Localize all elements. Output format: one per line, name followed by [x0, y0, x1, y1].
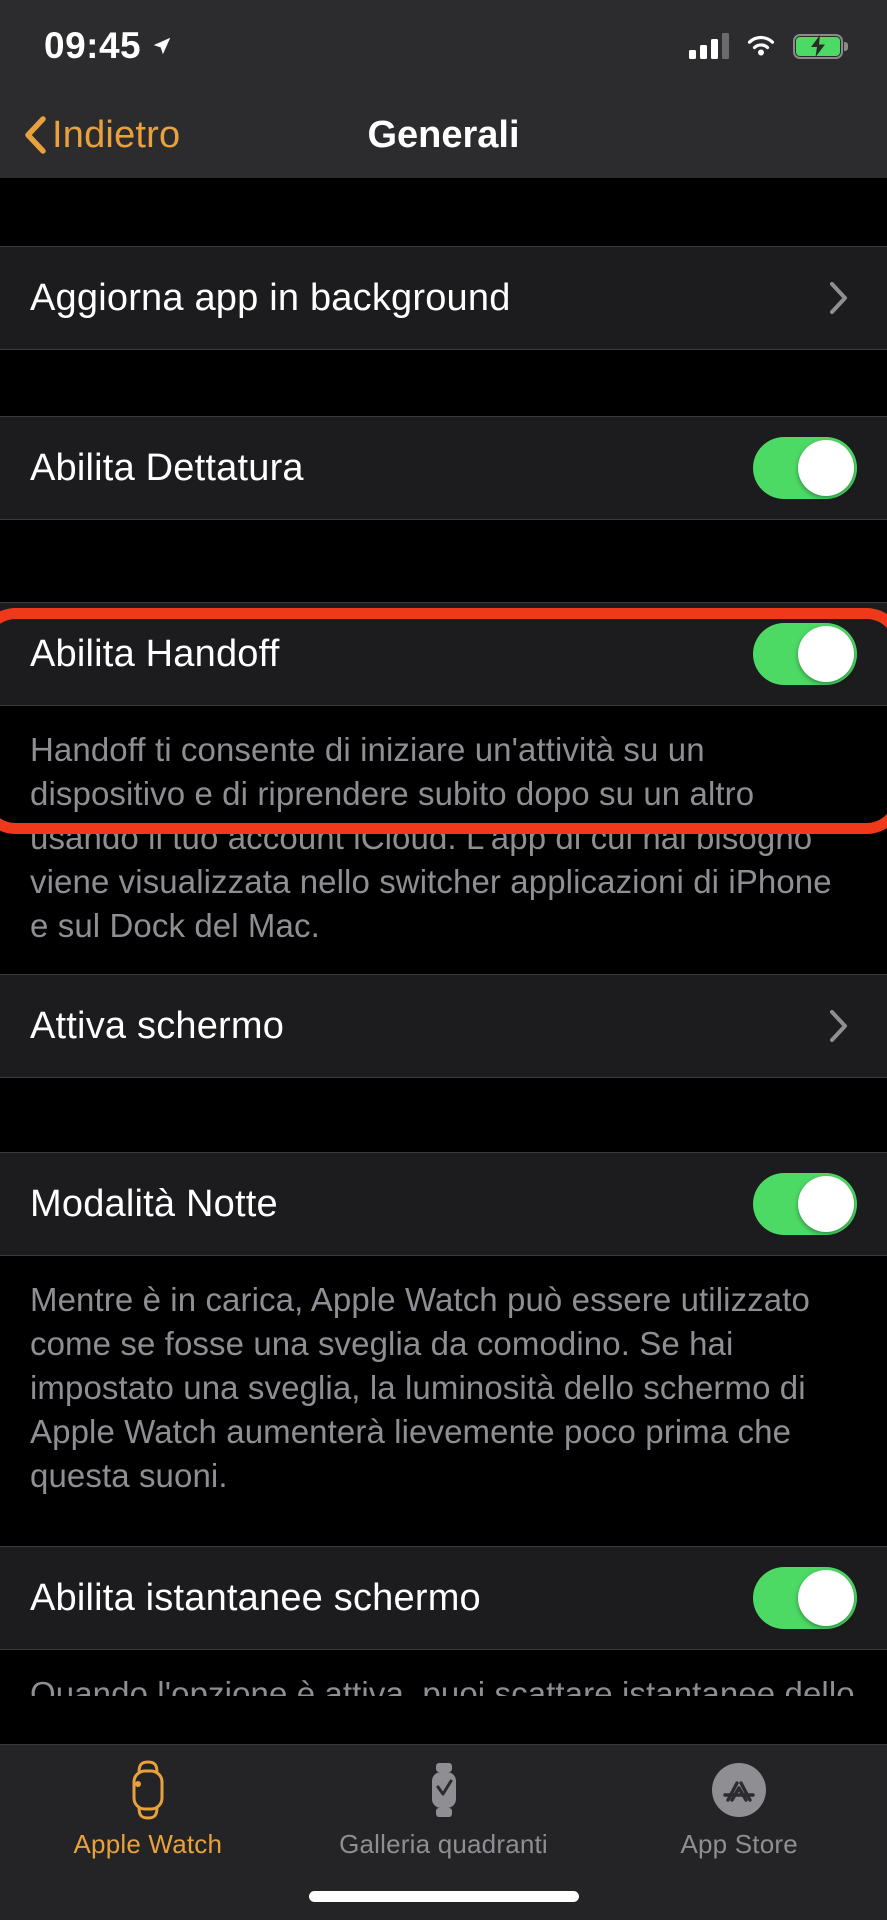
location-arrow-icon	[153, 37, 171, 55]
tab-apple-watch[interactable]: Apple Watch	[0, 1759, 296, 1860]
battery-charging-icon	[793, 33, 848, 59]
footnote-istantanee-schermo: Quando l'opzione è attiva, puoi scattare…	[0, 1650, 887, 1696]
section-dictation: Abilita Dettatura	[0, 416, 887, 520]
toggle-modalita-notte[interactable]	[753, 1173, 857, 1235]
toggle-abilita-dettatura[interactable]	[753, 437, 857, 499]
row-abilita-istantanee-schermo[interactable]: Abilita istantanee schermo	[0, 1546, 887, 1650]
row-attiva-schermo[interactable]: Attiva schermo	[0, 974, 887, 1078]
row-label: Modalità Notte	[30, 1182, 278, 1225]
navigation-bar: Indietro Generali	[0, 92, 887, 178]
footnote-modalita-notte: Mentre è in carica, Apple Watch può esse…	[0, 1256, 887, 1524]
cellular-signal-icon	[689, 33, 729, 59]
row-label: Abilita Handoff	[30, 632, 280, 675]
row-label: Aggiorna app in background	[30, 276, 511, 319]
status-bar-clock: 09:45	[44, 25, 142, 66]
tab-app-store[interactable]: App Store	[591, 1759, 887, 1860]
back-button-label: Indietro	[52, 113, 181, 156]
apple-watch-icon	[125, 1759, 171, 1821]
status-bar-right	[689, 33, 848, 59]
chevron-left-icon	[25, 116, 46, 154]
wifi-icon	[747, 35, 775, 56]
section-gap	[0, 350, 887, 416]
charging-bolt-icon	[811, 35, 825, 57]
row-aggiorna-app-in-background[interactable]: Aggiorna app in background	[0, 246, 887, 350]
tab-label: Galleria quadranti	[339, 1829, 548, 1859]
toggle-abilita-handoff[interactable]	[753, 623, 857, 685]
row-modalita-notte[interactable]: Modalità Notte	[0, 1152, 887, 1256]
section-handoff: Abilita Handoff	[0, 602, 887, 706]
section-wake-screen: Attiva schermo	[0, 974, 887, 1078]
row-label: Abilita Dettatura	[30, 446, 304, 489]
row-abilita-handoff[interactable]: Abilita Handoff	[0, 602, 887, 706]
tab-label: Apple Watch	[73, 1829, 223, 1859]
section-nightstand-mode: Modalità Notte	[0, 1152, 887, 1256]
status-bar: 09:45	[0, 0, 887, 92]
row-abilita-dettatura[interactable]: Abilita Dettatura	[0, 416, 887, 520]
footnote-handoff: Handoff ti consente di iniziare un'attiv…	[0, 706, 887, 974]
chevron-right-icon	[830, 1010, 847, 1042]
section-gap	[0, 520, 887, 602]
tab-label: App Store	[680, 1829, 798, 1859]
section-gap	[0, 1078, 887, 1152]
watch-face-gallery-icon	[421, 1759, 467, 1821]
chevron-right-icon	[830, 282, 847, 314]
row-label: Abilita istantanee schermo	[30, 1576, 481, 1619]
back-button[interactable]: Indietro	[0, 114, 180, 157]
section-screenshots: Abilita istantanee schermo	[0, 1546, 887, 1650]
app-store-icon	[710, 1759, 768, 1821]
status-bar-left: 09:45	[44, 25, 173, 67]
section-gap	[0, 178, 887, 246]
section-background-refresh: Aggiorna app in background	[0, 246, 887, 350]
tab-bar: Apple Watch Galleria quadranti App Store	[0, 1744, 887, 1920]
row-label: Attiva schermo	[30, 1004, 285, 1047]
home-indicator	[308, 1891, 579, 1902]
section-gap	[0, 1524, 887, 1546]
settings-list: Aggiorna app in background Abilita Detta…	[0, 178, 887, 1696]
tab-galleria-quadranti[interactable]: Galleria quadranti	[296, 1759, 592, 1860]
toggle-abilita-istantanee-schermo[interactable]	[753, 1567, 857, 1629]
